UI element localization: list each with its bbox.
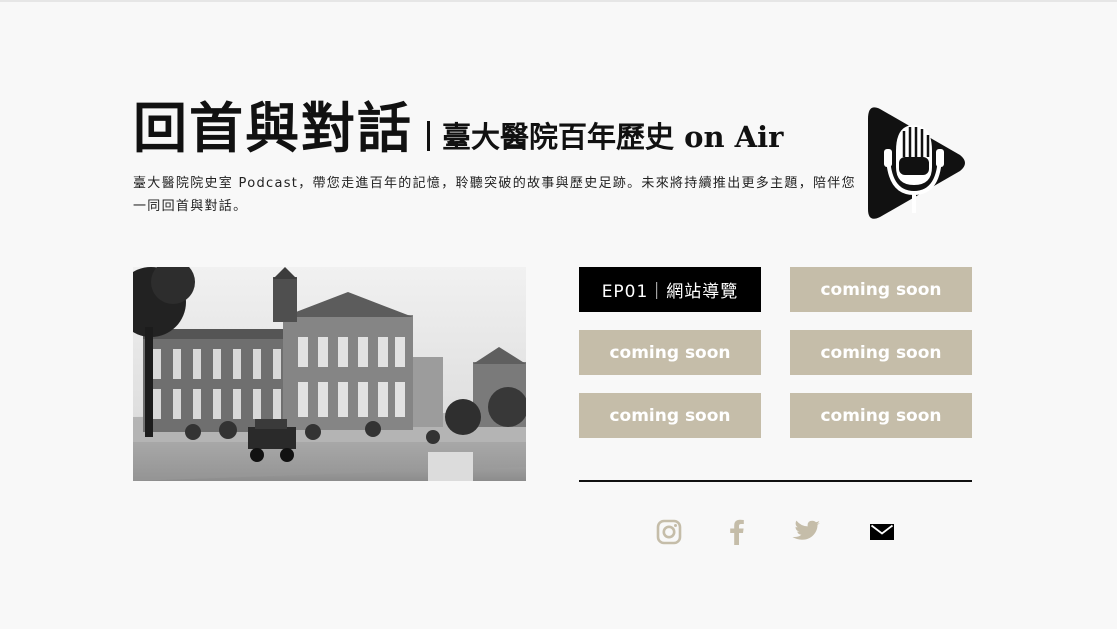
twitter-icon — [792, 520, 820, 540]
top-border — [0, 0, 1117, 2]
email-link[interactable] — [865, 515, 899, 549]
podcast-logo — [866, 107, 970, 220]
instagram-link[interactable] — [652, 515, 686, 549]
episode-button-6[interactable]: coming soon — [790, 393, 972, 438]
episode-button-3[interactable]: coming soon — [579, 330, 761, 375]
historic-hospital-photo — [133, 267, 526, 481]
episode-button-1[interactable]: EP01｜網站導覽 — [579, 267, 761, 312]
instagram-icon — [656, 519, 682, 545]
page-description: 臺大醫院院史室 Podcast，帶您走進百年的記憶，聆聽突破的故事與歷史足跡。未… — [133, 176, 856, 214]
podcast-play-microphone-icon — [868, 107, 965, 219]
episode-button-5[interactable]: coming soon — [579, 393, 761, 438]
page-header: 回首與對話 臺大醫院百年歷史 on Air — [133, 98, 783, 158]
episode-button-4[interactable]: coming soon — [790, 330, 972, 375]
email-icon — [870, 524, 894, 540]
page-title: 回首與對話 — [133, 96, 413, 160]
episode-button-2[interactable]: coming soon — [790, 267, 972, 312]
facebook-icon — [730, 519, 744, 545]
title-separator — [427, 121, 430, 151]
page-subtitle: 臺大醫院百年歷史 on Air — [442, 120, 784, 154]
section-divider — [579, 480, 972, 482]
twitter-link[interactable] — [789, 515, 823, 549]
facebook-link[interactable] — [720, 515, 754, 549]
